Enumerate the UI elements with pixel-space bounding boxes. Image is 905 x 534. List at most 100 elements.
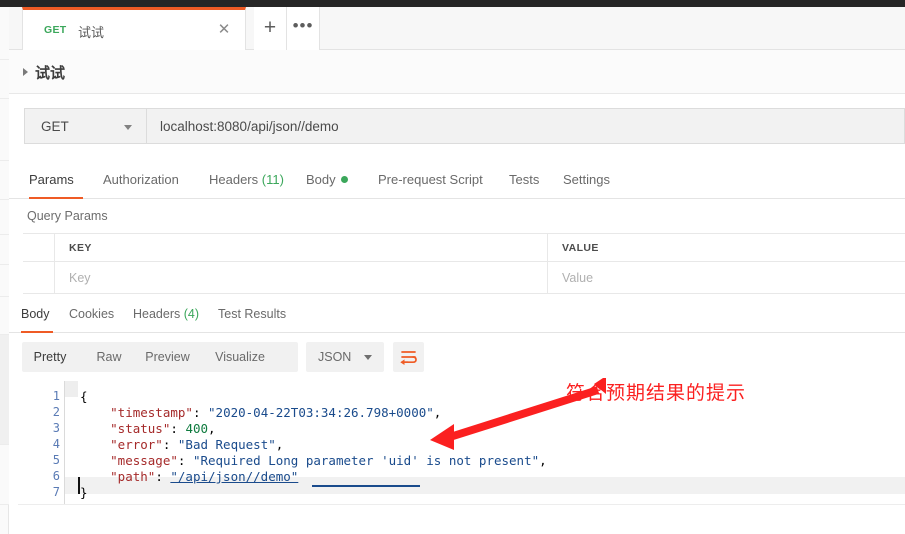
request-tab-title: 试试 [78, 25, 105, 40]
close-icon[interactable]: ✕ [215, 21, 233, 39]
request-tab-settings[interactable]: Settings [563, 163, 615, 199]
header-cell-value: VALUE [548, 234, 905, 261]
response-tab-body[interactable]: Body [21, 299, 53, 333]
response-section-tabs: Body Cookies Headers (4) Test Results [9, 299, 905, 333]
json-separator: : [192, 405, 209, 420]
body-present-dot-icon [340, 176, 348, 183]
request-tab-params[interactable]: Params [29, 163, 83, 199]
tab-label: Headers [133, 307, 181, 321]
line-number: 6 [52, 469, 60, 483]
json-value: "/api/json//demo" [170, 469, 299, 484]
json-comma: , [208, 421, 216, 436]
request-tab-active[interactable]: GET 试试 ✕ [22, 7, 246, 50]
tab-label: Settings [563, 172, 610, 187]
view-mode-preview[interactable]: Preview [140, 342, 195, 372]
query-params-table: KEY VALUE Key Value [23, 233, 905, 294]
request-tab-method: GET [44, 24, 67, 36]
tab-label: Headers [209, 172, 259, 187]
line-number: 4 [52, 437, 60, 451]
row-key-cell[interactable]: Key [55, 262, 548, 293]
response-tab-test-results[interactable]: Test Results [218, 299, 290, 333]
code-line: "status": 400, [65, 421, 216, 437]
line-number: 3 [52, 421, 60, 435]
json-key: "error" [110, 437, 163, 452]
url-input[interactable]: localhost:8080/api/json//demo [146, 108, 905, 144]
tab-label: Body [306, 172, 336, 187]
json-value: "Bad Request" [177, 437, 276, 452]
code-line: "error": "Bad Request", [65, 437, 283, 453]
json-key: "message" [110, 453, 178, 468]
new-tab-button[interactable]: + [254, 7, 287, 50]
http-method-select[interactable]: GET [24, 108, 146, 144]
key-input-placeholder: Key [69, 271, 91, 285]
wrap-text-icon[interactable] [393, 342, 424, 372]
tab-count-badge: (11) [258, 172, 284, 187]
tab-label: Params [29, 172, 74, 187]
more-options-icon[interactable]: ••• [287, 7, 320, 50]
json-punctuation: } [65, 485, 88, 500]
tab-label: Tests [509, 172, 540, 187]
breadcrumb: 试试 [9, 50, 905, 94]
request-tab-authorization[interactable]: Authorization [103, 163, 189, 199]
request-tab-strip: GET 试试 ✕ + ••• [9, 7, 905, 50]
column-header-value: VALUE [562, 242, 599, 254]
request-tab-tests[interactable]: Tests [509, 163, 543, 199]
view-mode-raw[interactable]: Raw [92, 342, 126, 372]
tab-label: Test Results [218, 307, 287, 321]
tab-label: Pre-request Script [378, 172, 483, 187]
json-separator: : [170, 421, 186, 436]
code-line: "timestamp": "2020-04-22T03:34:26.798+00… [65, 405, 441, 421]
annotation-text: 符合预期结果的提示 [566, 382, 747, 404]
view-mode-visualize[interactable]: Visualize [208, 342, 272, 372]
table-row: Key Value [23, 262, 905, 294]
json-separator: : [177, 453, 193, 468]
response-tab-headers[interactable]: Headers (4) [133, 299, 205, 333]
chevron-down-icon [124, 125, 132, 130]
chevron-down-icon [364, 355, 372, 360]
json-value: "2020-04-22T03:34:26.798+0000" [208, 405, 434, 420]
active-tab-underline [29, 196, 83, 199]
url-value: localhost:8080/api/json//demo [160, 119, 339, 134]
header-cell-key: KEY [55, 234, 548, 261]
tab-label: Body [21, 307, 50, 321]
line-number: 1 [52, 389, 60, 403]
tab-label: Authorization [103, 172, 179, 187]
request-tab-pre-request-script[interactable]: Pre-request Script [378, 163, 488, 199]
header-cell-checkbox [23, 234, 55, 261]
left-sidebar-rail[interactable] [0, 7, 9, 534]
column-header-key: KEY [69, 242, 92, 254]
response-view-toolbar: Pretty Raw Preview Visualize JSON [9, 333, 905, 381]
row-checkbox-cell[interactable] [23, 262, 55, 293]
response-format-label: JSON [318, 350, 352, 364]
json-key: "timestamp" [110, 405, 193, 420]
json-key: "path" [110, 469, 156, 484]
query-params-label: Query Params [27, 209, 108, 223]
code-line: } [65, 485, 88, 501]
json-value: 400 [185, 421, 209, 436]
bottom-filler [18, 504, 905, 534]
request-tab-body[interactable]: Body [306, 163, 352, 199]
response-format-select[interactable]: JSON [306, 342, 384, 372]
value-input-placeholder: Value [562, 271, 594, 285]
json-comma: , [275, 437, 284, 452]
table-header-row: KEY VALUE [23, 233, 905, 262]
tab-count-badge: (4) [180, 307, 199, 321]
json-key: "status" [110, 421, 171, 436]
tab-label: Cookies [69, 307, 115, 321]
page-title: 试试 [35, 65, 66, 82]
path-value-underline [312, 485, 420, 487]
view-mode-pretty[interactable]: Pretty [22, 342, 78, 372]
caret-right-icon[interactable] [23, 68, 28, 76]
row-value-cell[interactable]: Value [548, 262, 905, 293]
http-method-label: GET [41, 119, 69, 134]
window-titlebar [0, 0, 905, 7]
request-tab-headers[interactable]: Headers (11) [209, 163, 287, 199]
view-mode-group: Pretty Raw Preview Visualize [22, 342, 298, 372]
json-punctuation: { [65, 389, 88, 404]
line-number: 2 [52, 405, 60, 419]
response-tab-cookies[interactable]: Cookies [69, 299, 117, 333]
code-line: { [65, 389, 88, 405]
code-line: "path": "/api/json//demo" [65, 469, 298, 485]
postman-window: GET 试试 ✕ + ••• 试试 GET localhost:8080/api… [0, 0, 905, 534]
json-separator: : [162, 437, 178, 452]
